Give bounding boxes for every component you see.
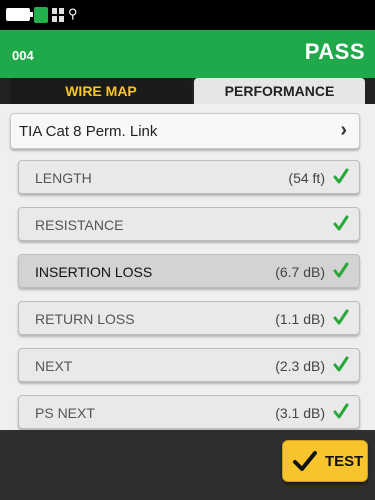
result-header: 004 PASS: [0, 30, 375, 78]
result-row[interactable]: LENGTH (54 ft): [18, 160, 360, 194]
footer-bar: TEST: [0, 430, 375, 500]
tab-bar: WIRE MAP PERFORMANCE: [0, 78, 375, 104]
result-name: PS NEXT: [35, 405, 95, 421]
pass-check-icon: [333, 262, 349, 278]
test-id: 004: [12, 48, 34, 63]
battery-icon: [6, 8, 33, 21]
result-value: (54 ft): [288, 170, 325, 186]
result-row[interactable]: RETURN LOSS (1.1 dB): [18, 301, 360, 335]
result-row[interactable]: INSERTION LOSS (6.7 dB): [18, 254, 360, 288]
result-name: RESISTANCE: [35, 217, 124, 233]
pass-check-icon: [333, 215, 349, 231]
result-name: INSERTION LOSS: [35, 264, 153, 280]
result-value: (6.7 dB): [275, 264, 325, 280]
tab-performance[interactable]: PERFORMANCE: [194, 78, 365, 104]
result-value: (1.1 dB): [275, 311, 325, 327]
pass-status: PASS: [304, 39, 365, 64]
pass-check-icon: [333, 168, 349, 184]
grid-icon: [52, 8, 64, 22]
result-name: RETURN LOSS: [35, 311, 135, 327]
result-name: NEXT: [35, 358, 73, 374]
result-row[interactable]: NEXT (2.3 dB): [18, 348, 360, 382]
result-row[interactable]: RESISTANCE: [18, 207, 360, 241]
chevron-right-icon: ›: [340, 119, 347, 141]
checkmark-icon: [293, 451, 317, 471]
usb-icon: [34, 7, 48, 23]
result-name: LENGTH: [35, 170, 92, 186]
result-row[interactable]: PS NEXT (3.1 dB): [18, 395, 360, 429]
location-pin-icon: ⚲: [68, 6, 78, 21]
status-bar: ⚲: [0, 0, 375, 30]
test-button[interactable]: TEST: [282, 440, 368, 482]
pass-check-icon: [333, 356, 349, 372]
test-button-label: TEST: [325, 453, 364, 470]
test-limit-button[interactable]: TIA Cat 8 Perm. Link ›: [10, 113, 360, 149]
result-value: (2.3 dB): [275, 358, 325, 374]
result-value: (3.1 dB): [275, 405, 325, 421]
pass-check-icon: [333, 309, 349, 325]
tab-wire-map[interactable]: WIRE MAP: [10, 78, 192, 104]
test-limit-label: TIA Cat 8 Perm. Link: [19, 123, 158, 140]
pass-check-icon: [333, 403, 349, 419]
results-list[interactable]: TIA Cat 8 Perm. Link › LENGTH (54 ft) RESI…: [0, 104, 375, 430]
